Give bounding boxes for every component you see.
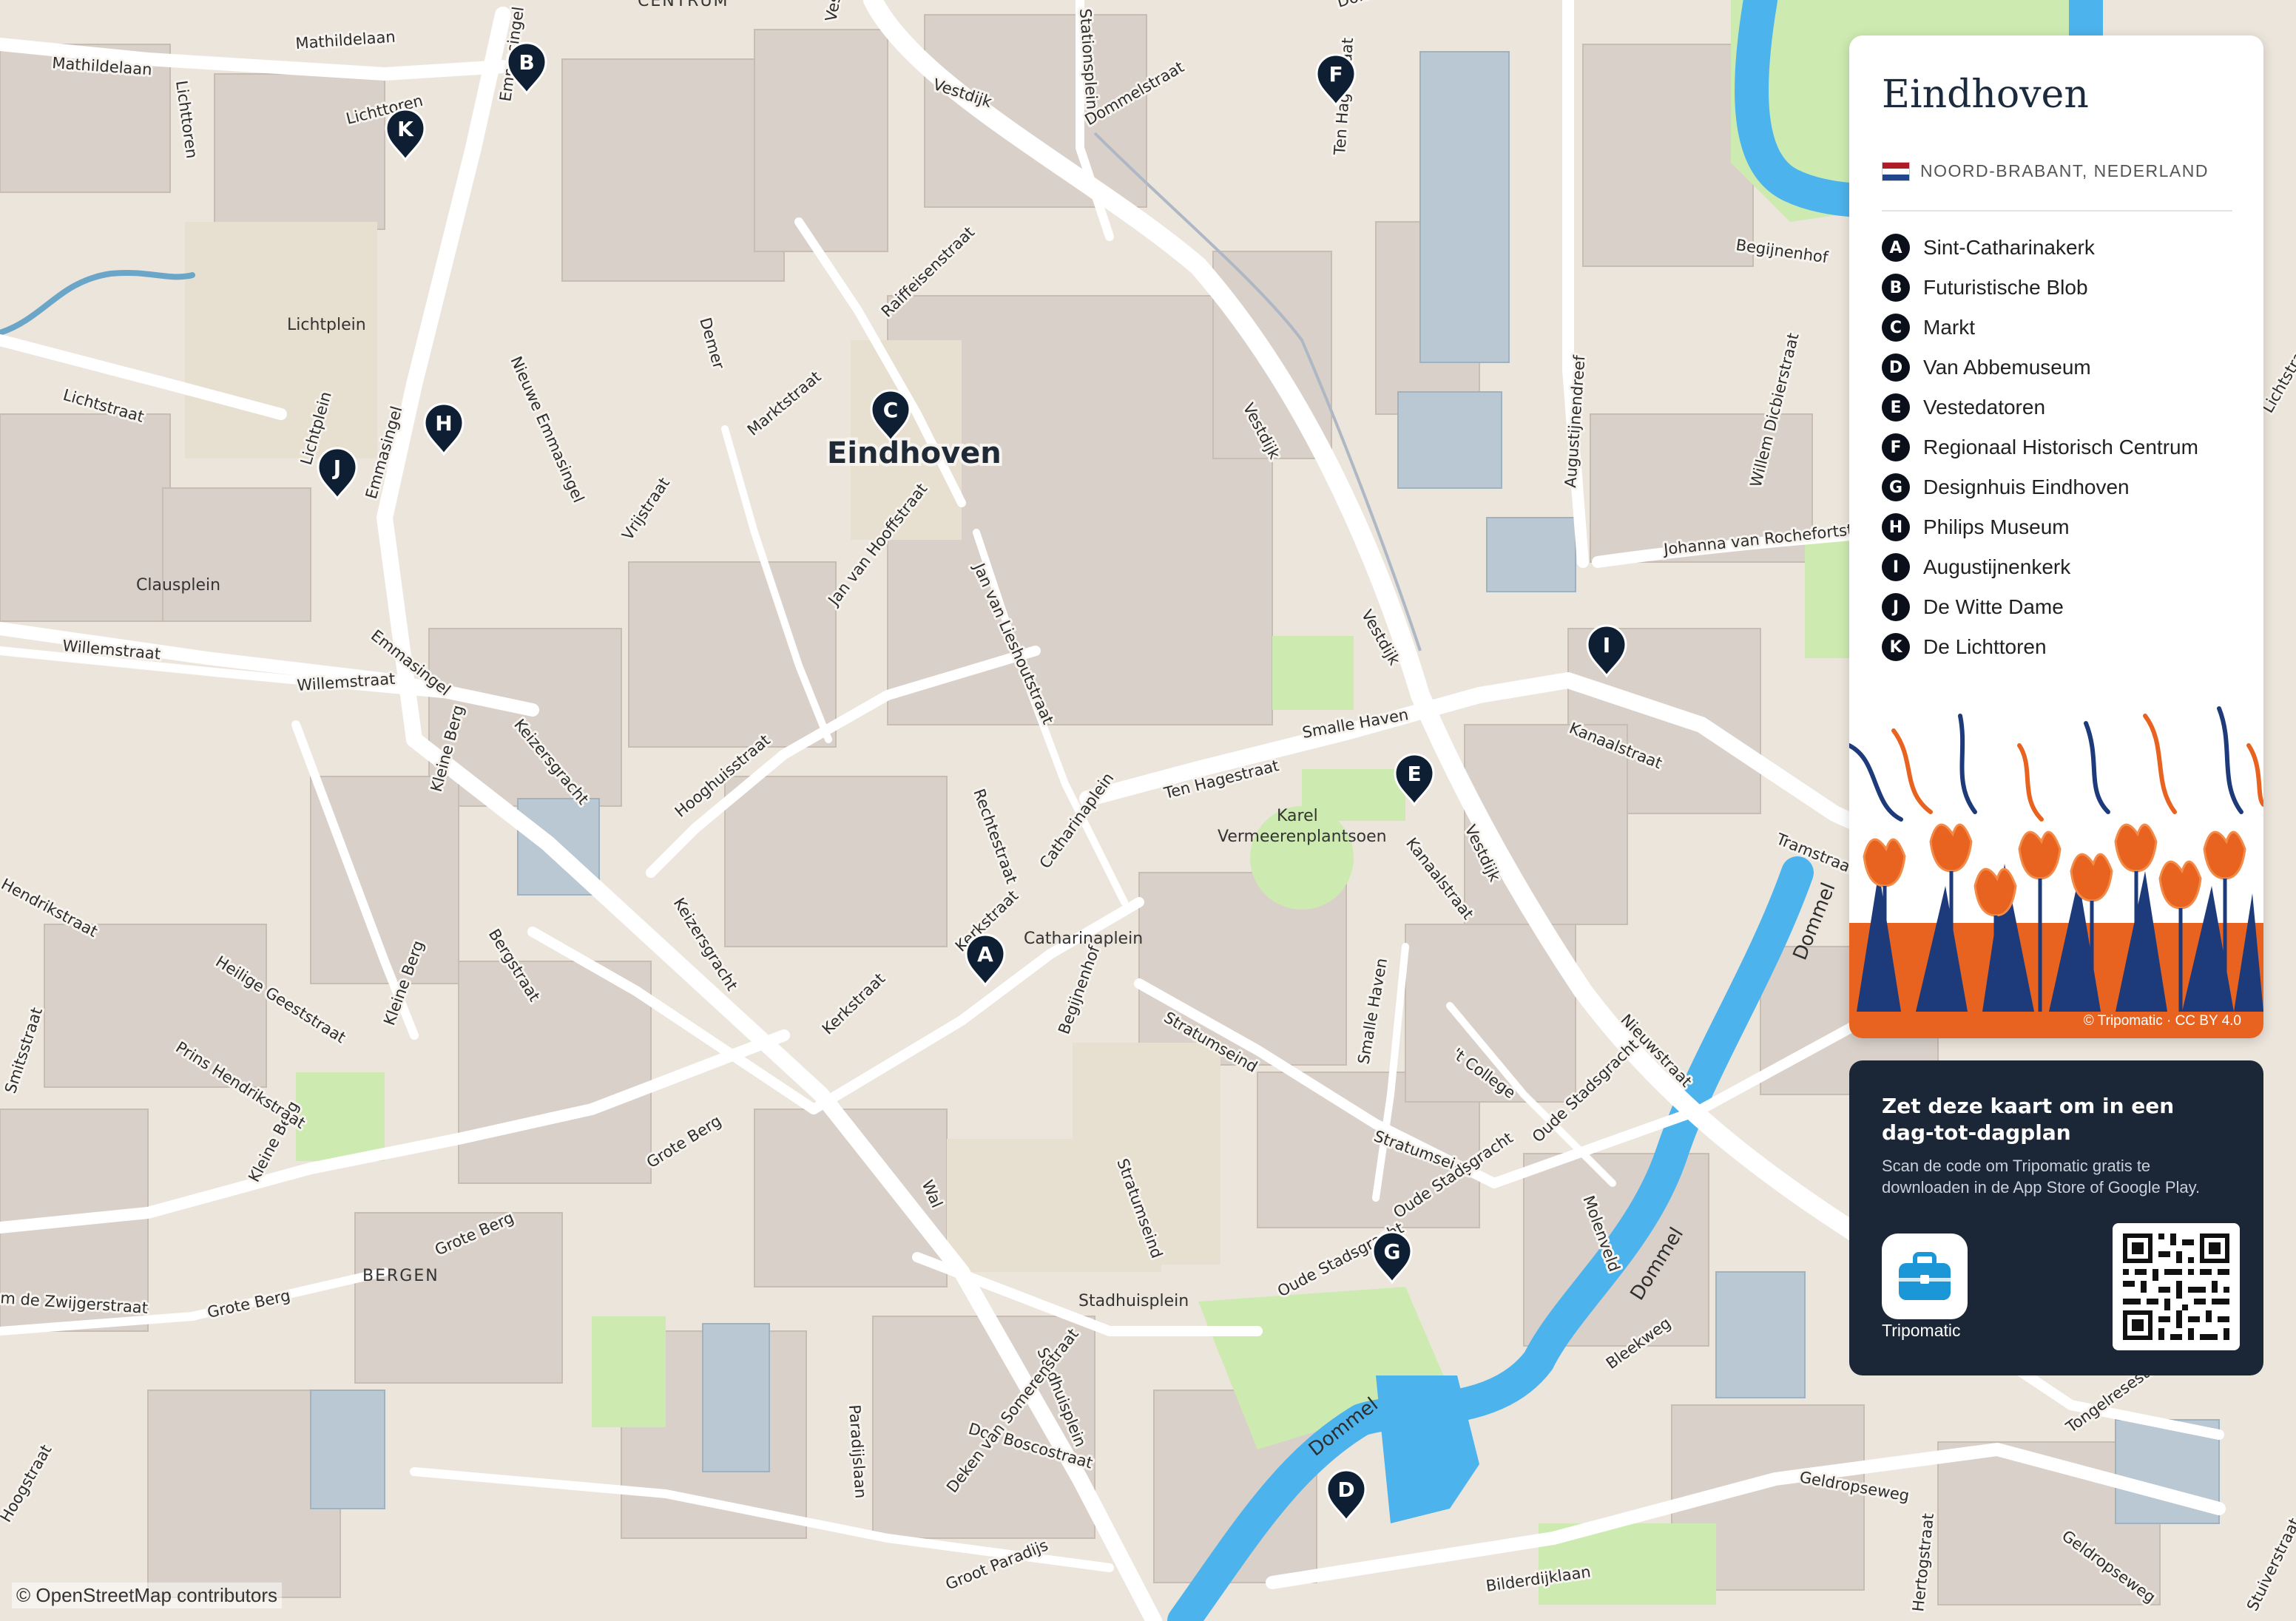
marker-letter: C — [883, 398, 899, 422]
tulip-illustration — [1849, 706, 2263, 1038]
poi-item[interactable]: A Sint-Catharinakerk — [1882, 228, 2198, 268]
legend-panel: Eindhoven NOORD-BRABANT, NEDERLAND A Sint… — [1849, 35, 2263, 1038]
divider — [1882, 210, 2232, 211]
marker-letter: F — [1328, 62, 1343, 87]
park-label-karel: Karel — [1277, 807, 1318, 825]
marker-letter: D — [1337, 1478, 1354, 1502]
marker-letter: B — [519, 50, 534, 75]
city-label: Eindhoven — [827, 436, 1002, 470]
poi-item[interactable]: I Augustijnenkerk — [1882, 547, 2198, 587]
poi-item[interactable]: D Van Abbemuseum — [1882, 348, 2198, 388]
poi-badge: G — [1882, 473, 1910, 501]
art-credit: © Tripomatic · CC BY 4.0 — [2083, 1013, 2241, 1029]
marker-letter: H — [435, 411, 452, 436]
marker-letter: E — [1407, 762, 1421, 786]
poi-badge: J — [1882, 593, 1910, 621]
tripomatic-app-icon[interactable] — [1882, 1233, 1968, 1319]
poi-item[interactable]: C Markt — [1882, 308, 2198, 348]
panel-title: Eindhoven — [1882, 72, 2089, 117]
poi-badge: B — [1882, 274, 1910, 302]
marker-letter: K — [397, 117, 414, 141]
promo-heading: Zet deze kaart om in een dag-tot-dagplan — [1882, 1094, 2175, 1145]
qr-code[interactable] — [2113, 1223, 2240, 1350]
poi-item[interactable]: F Regionaal Historisch Centrum — [1882, 427, 2198, 467]
poi-name: Sint-Catharinakerk — [1923, 236, 2095, 259]
poi-name: Futuristische Blob — [1923, 276, 2088, 299]
place-label-catharinaplein: Catharinaplein — [1024, 930, 1143, 948]
marker-letter: I — [1603, 633, 1610, 657]
nl-flag-icon — [1882, 161, 1910, 181]
poi-name: Vestedatoren — [1923, 396, 2046, 419]
poi-badge: I — [1882, 553, 1910, 581]
poi-list: A Sint-Catharinakerk B Futuristische Blob … — [1882, 228, 2198, 667]
poi-name: De Lichttoren — [1923, 635, 2047, 658]
region-label: NOORD-BRABANT, NEDERLAND — [1920, 161, 2209, 180]
panel-subtitle: NOORD-BRABANT, NEDERLAND — [1882, 161, 2209, 181]
poi-item[interactable]: H Philips Museum — [1882, 507, 2198, 547]
district-label-bergen: BERGEN — [362, 1267, 439, 1285]
poi-item[interactable]: G Designhuis Eindhoven — [1882, 467, 2198, 507]
poi-item[interactable]: K De Lichttoren — [1882, 627, 2198, 667]
poi-item[interactable]: B Futuristische Blob — [1882, 268, 2198, 308]
place-label-lichtplein: Lichtplein — [287, 316, 366, 334]
map-attribution: © OpenStreetMap contributors — [12, 1583, 282, 1608]
poi-name: Van Abbemuseum — [1923, 356, 2091, 379]
poi-name: Philips Museum — [1923, 515, 2070, 538]
marker-letter: G — [1384, 1239, 1401, 1264]
poi-name: Designhuis Eindhoven — [1923, 476, 2130, 498]
park-label-vermeerenplantsoen: Vermeerenplantsoen — [1218, 828, 1387, 846]
place-label-stadhuisplein: Stadhuisplein — [1078, 1292, 1189, 1310]
poi-badge: F — [1882, 433, 1910, 461]
promo-text: Scan de code om Tripomatic gratis te dow… — [1882, 1157, 2201, 1197]
app-promo-card: Zet deze kaart om in een dag-tot-dagplan… — [1849, 1060, 2263, 1375]
poi-badge: E — [1882, 393, 1910, 422]
place-label-clausplein: Clausplein — [136, 576, 220, 595]
poi-badge: H — [1882, 513, 1910, 541]
poi-name: Markt — [1923, 316, 1975, 339]
poi-badge: D — [1882, 353, 1910, 382]
marker-letter: A — [977, 942, 993, 967]
poi-badge: A — [1882, 234, 1910, 262]
poi-item[interactable]: E Vestedatoren — [1882, 388, 2198, 427]
poi-item[interactable]: J De Witte Dame — [1882, 587, 2198, 627]
poi-badge: K — [1882, 633, 1910, 661]
suitcase-icon — [1899, 1252, 1951, 1300]
app-name: Tripomatic — [1882, 1321, 1961, 1340]
poi-name: De Witte Dame — [1923, 595, 2064, 618]
poi-name: Augustijnenkerk — [1923, 555, 2071, 578]
poi-name: Regionaal Historisch Centrum — [1923, 436, 2198, 458]
marker-letter: J — [332, 456, 341, 480]
district-label-centrum: CENTRUM — [638, 0, 729, 10]
poi-badge: C — [1882, 314, 1910, 342]
